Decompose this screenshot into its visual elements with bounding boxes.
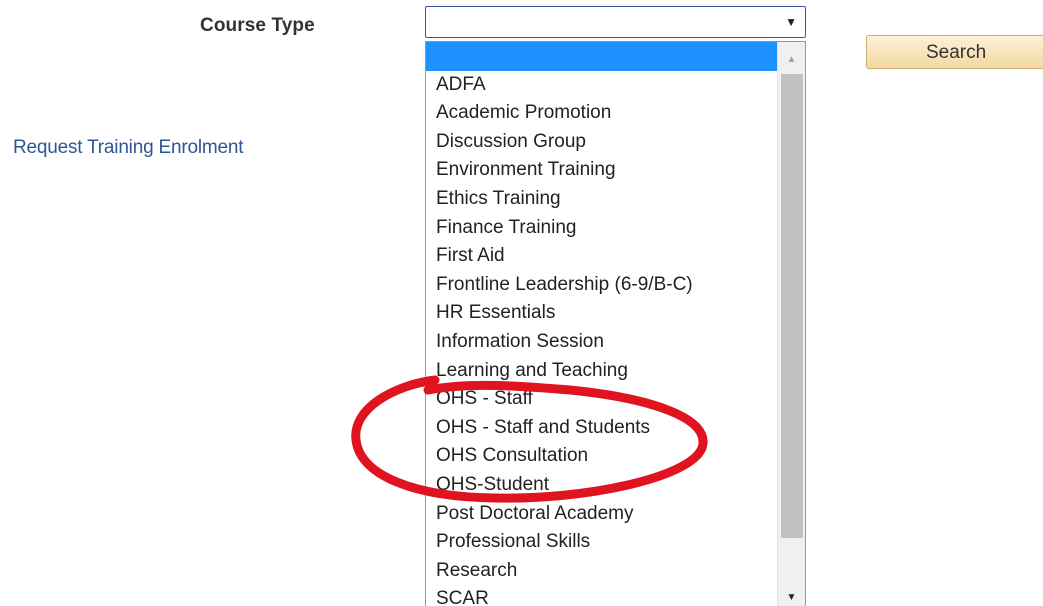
dropdown-option[interactable]: OHS - Staff and Students [426, 414, 777, 443]
course-type-dropdown-list[interactable]: ADFA Academic Promotion Discussion Group En… [425, 41, 806, 606]
dropdown-option[interactable]: Environment Training [426, 156, 777, 185]
request-training-enrolment-link[interactable]: Request Training Enrolment [13, 137, 244, 159]
dropdown-option[interactable]: Research [426, 557, 777, 586]
scroll-up-arrow-icon[interactable]: ▲ [778, 48, 805, 72]
clipped-field-label [256, 0, 296, 2]
dropdown-option[interactable]: OHS Consultation [426, 442, 777, 471]
dropdown-option[interactable]: Finance Training [426, 214, 777, 243]
course-type-select[interactable]: ▼ [425, 6, 806, 38]
dropdown-option[interactable]: Academic Promotion [426, 99, 777, 128]
dropdown-option[interactable]: First Aid [426, 242, 777, 271]
dropdown-option[interactable]: ADFA [426, 71, 777, 100]
dropdown-option[interactable]: Ethics Training [426, 185, 777, 214]
dropdown-option[interactable] [426, 42, 777, 71]
dropdown-option[interactable]: Learning and Teaching [426, 357, 777, 386]
dropdown-option[interactable]: OHS - Staff [426, 385, 777, 414]
dropdown-option[interactable]: Frontline Leadership (6-9/B-C) [426, 271, 777, 300]
dropdown-option[interactable]: Discussion Group [426, 128, 777, 157]
dropdown-option[interactable]: OHS-Student [426, 471, 777, 500]
dropdown-option[interactable]: Post Doctoral Academy [426, 500, 777, 529]
course-type-label: Course Type [200, 15, 315, 36]
scroll-thumb[interactable] [781, 74, 803, 538]
dropdown-option[interactable]: Information Session [426, 328, 777, 357]
search-button[interactable]: Search [866, 35, 1043, 69]
dropdown-option[interactable]: SCAR [426, 585, 777, 606]
course-search-page: Course Type ▼ Search Request Training En… [0, 0, 1043, 606]
dropdown-option[interactable]: Professional Skills [426, 528, 777, 557]
dropdown-options: ADFA Academic Promotion Discussion Group En… [426, 42, 777, 606]
dropdown-arrow-icon[interactable]: ▼ [785, 15, 797, 29]
dropdown-scrollbar[interactable]: ▲ ▼ [777, 42, 805, 606]
scroll-down-arrow-icon[interactable]: ▼ [778, 586, 805, 606]
dropdown-option[interactable]: HR Essentials [426, 299, 777, 328]
